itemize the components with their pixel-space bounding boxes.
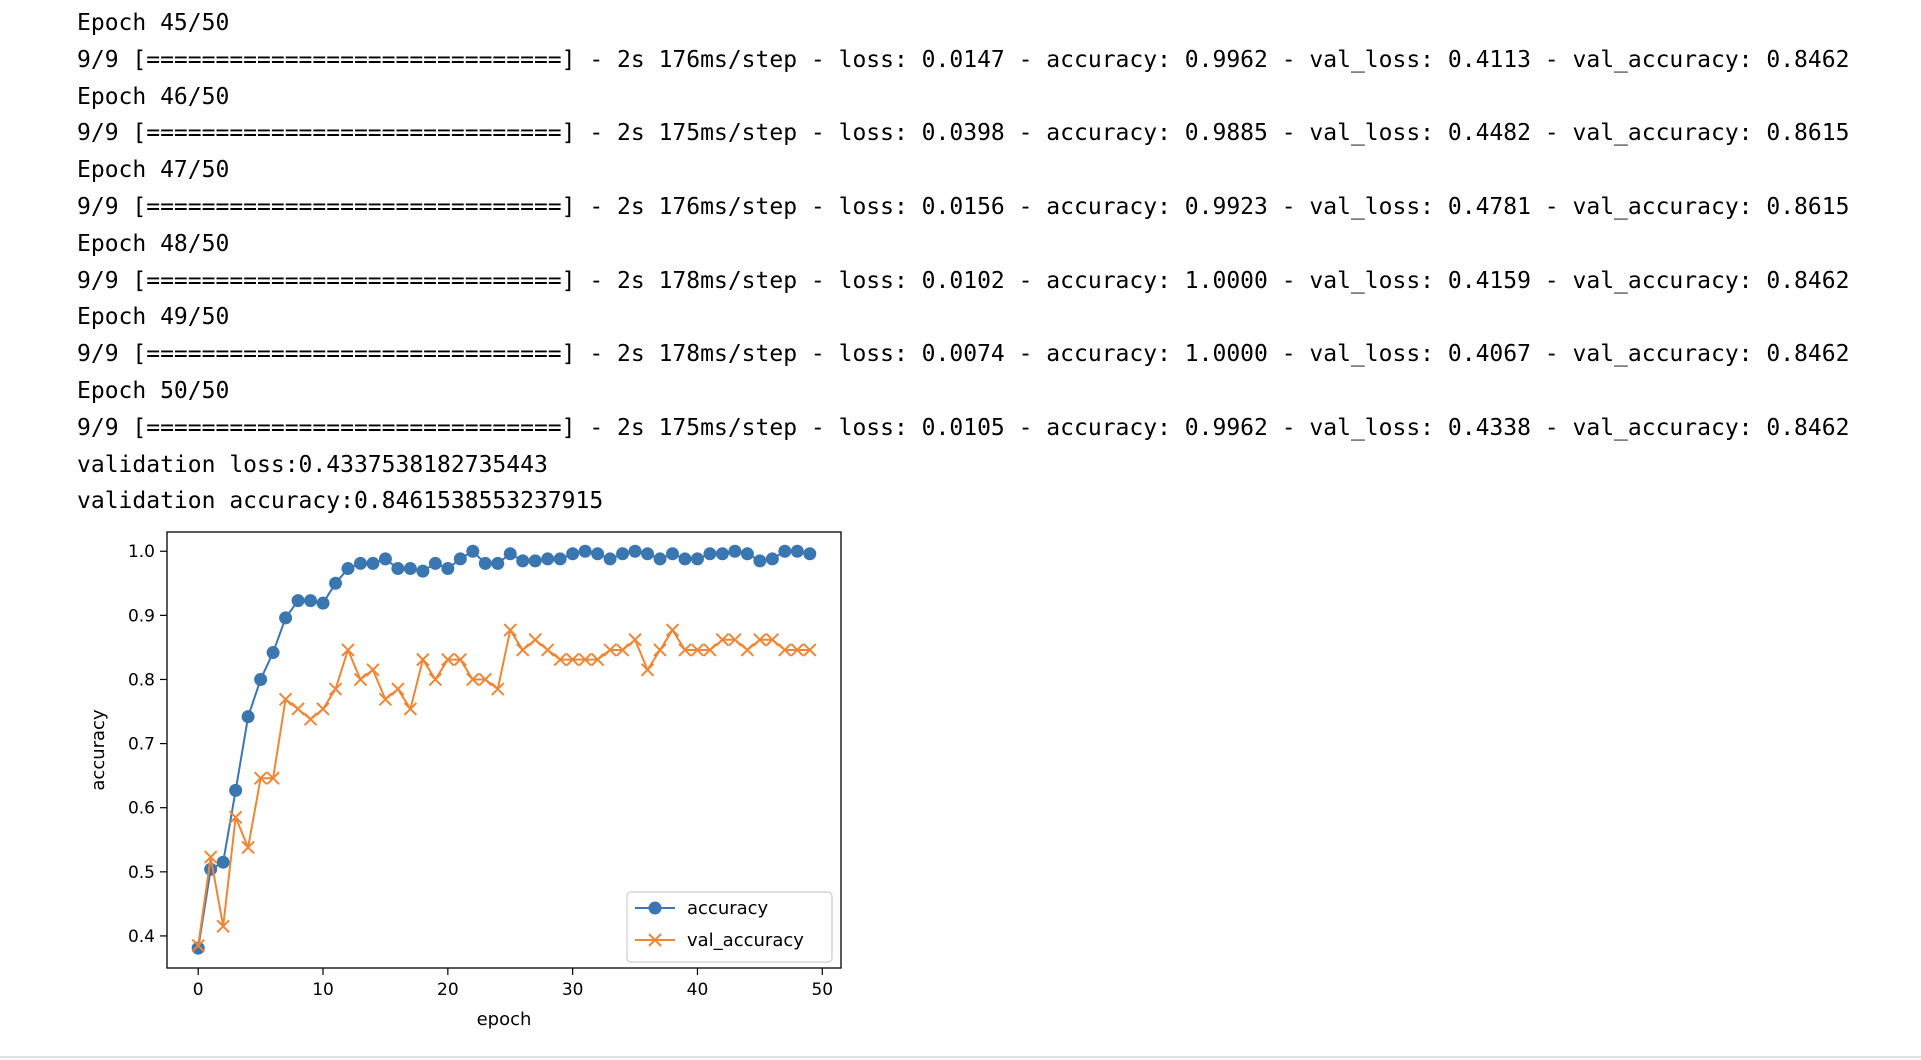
accuracy-chart-svg: 0.4 0.5 0.6 0.7 0.8 0.9 1.0 0 10 20 30 40 50 accura… — [88, 531, 842, 1030]
x-tick-label: 50 — [811, 980, 833, 1000]
point-accuracy — [466, 544, 480, 558]
point-accuracy — [616, 547, 630, 561]
log-line-epoch-header: Epoch 48/50 — [77, 230, 230, 257]
point-accuracy — [453, 552, 467, 566]
point-accuracy — [778, 544, 792, 558]
point-accuracy — [266, 646, 280, 660]
x-tick-label: 40 — [687, 980, 709, 1000]
x-tick-label: 30 — [562, 980, 584, 1000]
point-accuracy — [628, 544, 642, 558]
point-accuracy — [478, 556, 492, 570]
point-accuracy — [566, 547, 580, 561]
point-accuracy — [728, 544, 742, 558]
legend-val-accuracy-label: val_accuracy — [687, 930, 804, 951]
point-accuracy — [715, 547, 729, 561]
validation-accuracy-line: validation accuracy:0.8461538553237915 — [77, 488, 604, 515]
point-accuracy — [765, 552, 779, 566]
point-accuracy — [441, 562, 455, 576]
log-line-progress: 9/9 [==============================] - 2… — [77, 120, 1850, 147]
point-accuracy — [591, 547, 605, 561]
y-tick-label: 0.5 — [128, 863, 155, 883]
y-tick-label: 0.9 — [128, 606, 155, 626]
point-accuracy — [703, 547, 717, 561]
point-accuracy — [254, 672, 268, 686]
y-axis: 0.4 0.5 0.6 0.7 0.8 0.9 1.0 — [128, 542, 167, 947]
point-accuracy — [391, 562, 405, 576]
legend-accuracy-marker — [648, 901, 662, 915]
legend: accuracy val_accuracy — [626, 891, 833, 963]
point-accuracy — [553, 552, 567, 566]
log-line-epoch-header: Epoch 46/50 — [77, 83, 230, 110]
point-accuracy — [216, 855, 230, 869]
x-axis-label: epoch — [477, 1009, 532, 1030]
log-line-epoch-header: Epoch 50/50 — [77, 377, 230, 404]
point-accuracy — [740, 547, 754, 561]
y-tick-label: 0.4 — [128, 927, 155, 947]
validation-loss-line: validation loss:0.4337538182735443 — [77, 451, 548, 478]
y-tick-label: 1.0 — [128, 542, 155, 562]
point-accuracy — [803, 547, 817, 561]
point-accuracy — [241, 710, 255, 724]
log-line-epoch-header: Epoch 49/50 — [77, 304, 230, 331]
point-accuracy — [653, 552, 667, 566]
point-accuracy — [316, 596, 330, 610]
point-accuracy — [353, 556, 367, 570]
y-tick-label: 0.6 — [128, 799, 155, 819]
x-tick-label: 10 — [312, 980, 334, 1000]
log-line-progress: 9/9 [==============================] - 2… — [77, 341, 1850, 368]
point-accuracy — [341, 562, 355, 576]
point-accuracy — [541, 552, 555, 566]
point-accuracy — [690, 552, 704, 566]
log-line-epoch-header: Epoch 45/50 — [77, 10, 230, 36]
cell-divider — [0, 1056, 1921, 1058]
log-line-epoch-header: Epoch 47/50 — [77, 157, 230, 184]
point-accuracy — [503, 547, 517, 561]
point-accuracy — [403, 562, 417, 576]
cell-output-area: Epoch 45/50 9/9 [=======================… — [0, 0, 1921, 1060]
point-accuracy — [678, 552, 692, 566]
point-accuracy — [229, 783, 243, 797]
log-line-progress: 9/9 [==============================] - 2… — [77, 193, 1850, 220]
point-accuracy — [491, 556, 505, 570]
point-accuracy — [416, 564, 430, 578]
training-log: Epoch 45/50 9/9 [=======================… — [77, 5, 1897, 520]
legend-accuracy-label: accuracy — [687, 898, 769, 919]
point-accuracy — [428, 556, 442, 570]
point-accuracy — [641, 547, 655, 561]
y-tick-label: 0.7 — [128, 735, 155, 755]
point-accuracy — [378, 552, 392, 566]
point-accuracy — [753, 554, 767, 568]
log-line-progress: 9/9 [==============================] - 2… — [77, 267, 1850, 294]
y-tick-label: 0.8 — [128, 670, 155, 690]
point-accuracy — [528, 554, 542, 568]
point-accuracy — [279, 611, 293, 625]
x-tick-label: 0 — [193, 980, 204, 1000]
accuracy-chart: 0.4 0.5 0.6 0.7 0.8 0.9 1.0 0 10 20 30 40 50 accura… — [86, 516, 856, 1036]
point-accuracy — [578, 544, 592, 558]
point-accuracy — [291, 594, 305, 608]
point-accuracy — [516, 554, 530, 568]
y-axis-label: accuracy — [88, 709, 109, 791]
point-accuracy — [366, 556, 380, 570]
log-line-progress: 9/9 [==============================] - 2… — [77, 46, 1850, 73]
point-accuracy — [304, 594, 318, 608]
point-accuracy — [666, 547, 679, 561]
point-accuracy — [204, 862, 218, 876]
point-accuracy — [790, 544, 804, 558]
point-accuracy — [603, 552, 617, 566]
x-axis: 0 10 20 30 40 50 — [193, 968, 833, 1000]
point-accuracy — [329, 576, 342, 590]
x-tick-label: 20 — [437, 980, 459, 1000]
log-line-progress: 9/9 [==============================] - 2… — [77, 414, 1850, 441]
